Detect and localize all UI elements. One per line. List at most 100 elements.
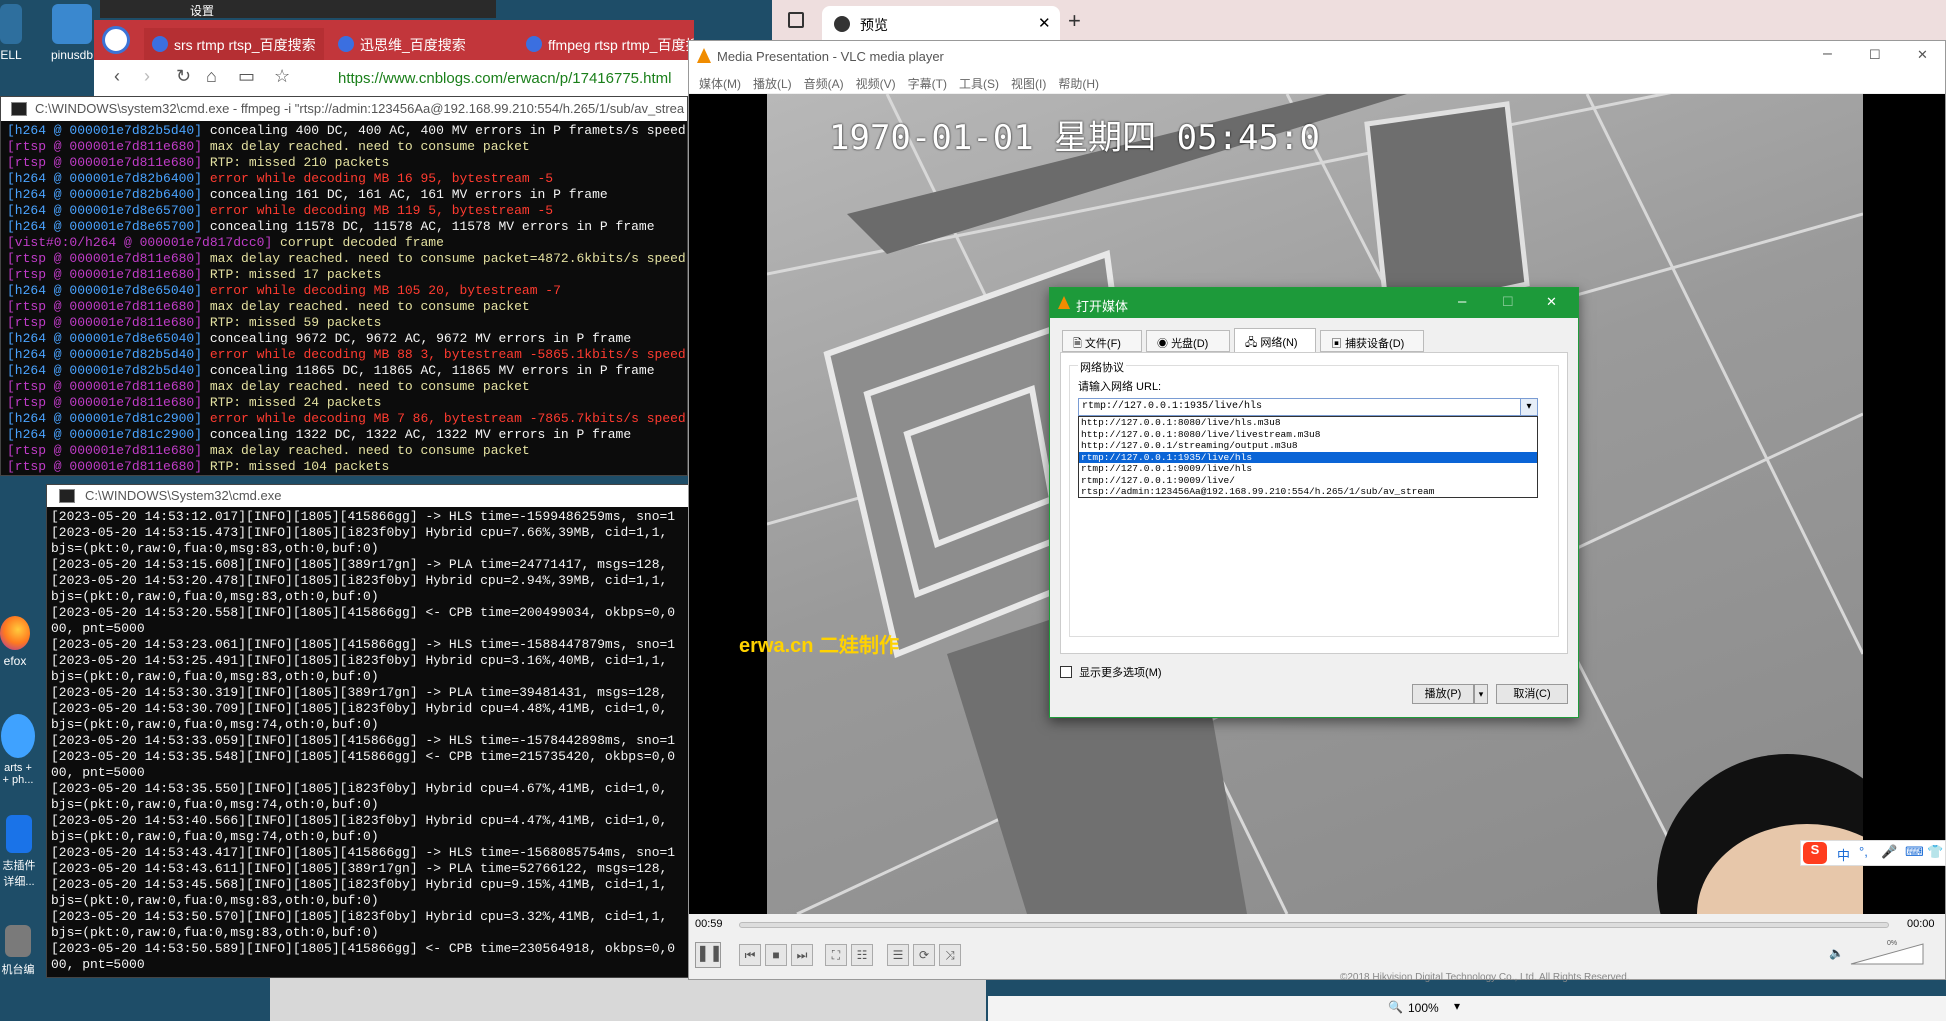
sogou-icon[interactable]: S (1803, 842, 1827, 864)
browser-tab[interactable]: 迅思维_百度搜索 (330, 28, 510, 60)
minimize-icon[interactable]: – (1823, 45, 1832, 63)
preview-tab-label: 预览 (860, 17, 888, 33)
url-option[interactable]: http://127.0.0.1:8080/live/hls.m3u8 (1079, 417, 1537, 429)
status-bar: 🔍 100% ▾ (988, 996, 1946, 1021)
close-icon[interactable]: ✕ (1546, 294, 1557, 310)
url-option[interactable]: http://127.0.0.1/streaming/output.m3u8 (1079, 440, 1537, 452)
stop-icon[interactable]: ■ (765, 944, 787, 966)
url-option[interactable]: rtmp://127.0.0.1:1935/live/hls (1079, 451, 1537, 463)
browser-tab[interactable]: srs rtmp rtsp_百度搜索 (144, 28, 324, 60)
browser-logo-icon (834, 16, 850, 32)
console-line-tag: [h264 @ 000001e7d81c2900] (7, 411, 203, 426)
punctuation-icon[interactable]: °, (1859, 844, 1868, 859)
desktop-icon-firefox[interactable]: efox (0, 616, 30, 668)
console-line: [h264 @ 000001e7d8e65040] error while de… (7, 283, 687, 299)
tab-disc[interactable]: ◉ 光盘(D) (1146, 330, 1230, 352)
playlist-icon[interactable]: ☰ (887, 944, 909, 966)
tab-file[interactable]: 🗎 文件(F) (1062, 330, 1142, 352)
console-line: bjs=(pkt:0,raw:0,fua:0,msg:83,oth:0,buf:… (51, 893, 379, 908)
console-line: [2023-05-20 14:53:25.491][INFO][1805][i8… (51, 653, 668, 668)
browser-tab[interactable]: ffmpeg rtsp rtmp_百度搜 (518, 28, 694, 60)
seek-slider[interactable] (739, 922, 1889, 928)
zoom-icon: 🔍 (1388, 1000, 1403, 1014)
play-button[interactable]: 播放(P) (1412, 684, 1474, 704)
console-line: bjs=(pkt:0,raw:0,fua:0,msg:74,oth:0,buf:… (51, 829, 379, 844)
tab-network[interactable]: 🖧 网络(N) (1234, 328, 1316, 353)
chevron-down-icon[interactable]: ▾ (1454, 999, 1460, 1013)
vlc-menu-item[interactable]: 媒体(M) (695, 71, 749, 93)
cmd-titlebar: C:\WINDOWS\System32\cmd.exe (47, 485, 689, 507)
vlc-menu-item[interactable]: 字幕(T) (904, 71, 955, 93)
console-line: [rtsp @ 000001e7d811e680] max delay reac… (7, 299, 687, 315)
home-icon[interactable]: ⌂ (206, 66, 217, 87)
browser-tab-label: srs rtmp rtsp_百度搜索 (174, 37, 316, 53)
url-option[interactable]: rtsp://admin:123456Aa@192.168.99.210:554… (1079, 486, 1537, 497)
console-line-message: max delay reached. need to consume packe… (202, 379, 530, 394)
ime-language[interactable]: 中 (1837, 845, 1850, 864)
close-icon[interactable]: ✕ (1917, 47, 1928, 63)
desktop-icon-plugin[interactable]: 志插件 详细... (0, 815, 38, 889)
vlc-menu-item[interactable]: 视图(I) (1007, 71, 1054, 93)
tab-capture[interactable]: ▣ 捕获设备(D) (1320, 330, 1424, 352)
fullscreen-icon[interactable]: ⛶ (825, 944, 847, 966)
zoom-level[interactable]: 100% (1408, 1001, 1439, 1015)
previous-icon[interactable]: ⏮ (739, 944, 761, 966)
microphone-icon[interactable]: 🎤 (1881, 844, 1897, 860)
desktop-icon-charts[interactable]: arts + + ph... (0, 714, 36, 786)
preview-tab[interactable]: 预览 ✕ (822, 6, 1060, 42)
desktop-icon-machine[interactable]: 机台编 (0, 925, 36, 977)
vlc-menu-item[interactable]: 帮助(H) (1054, 71, 1107, 93)
vlc-menu-item[interactable]: 音频(A) (800, 71, 852, 93)
bookmark-star-icon[interactable]: ☆ (274, 66, 290, 87)
console-line-tag: [rtsp @ 000001e7d811e680] (7, 443, 203, 458)
browser-toolbar: ‹ › ↻ ⌂ ▭ ☆ https://www.cnblogs.com/erwa… (94, 60, 694, 98)
console-line: [h264 @ 000001e7d8e65700] concealing 115… (7, 219, 687, 235)
keyboard-icon[interactable]: ⌨ (1905, 844, 1924, 860)
console-line: [2023-05-20 14:53:50.570][INFO][1805][i8… (51, 909, 668, 924)
play-dropdown-button[interactable]: ▾ (1474, 684, 1488, 704)
cloud-icon (1, 714, 35, 758)
back-icon[interactable]: ‹ (114, 66, 120, 87)
vlc-menu-item[interactable]: 工具(S) (955, 71, 1007, 93)
desktop-icon-pinusdb[interactable]: pinusdb (44, 4, 100, 62)
extended-settings-icon[interactable]: ☷ (851, 944, 873, 966)
browser-profile-icon[interactable] (102, 26, 130, 54)
desktop-icon-dell[interactable]: ELL (0, 4, 22, 62)
forward-icon[interactable]: › (144, 66, 150, 87)
console-line: [2023-05-20 14:53:40.566][INFO][1805][i8… (51, 813, 668, 828)
address-bar[interactable]: https://www.cnblogs.com/erwacn/p/1741677… (338, 70, 694, 87)
maximize-icon[interactable]: ☐ (1869, 47, 1881, 63)
skin-icon[interactable]: 👕 (1927, 844, 1943, 860)
url-option[interactable]: rtmp://127.0.0.1:9009/live/ (1079, 475, 1537, 487)
mute-icon[interactable]: 🔈 (1829, 946, 1844, 960)
console-line-message: error while decoding MB 16 95, bytestrea… (202, 171, 554, 186)
cmd-window-srs: C:\WINDOWS\System32\cmd.exe [2023-05-20 … (46, 484, 690, 978)
vlc-menu-item[interactable]: 视频(V) (852, 71, 904, 93)
console-line-tag: [h264 @ 000001e7d8e65040] (7, 283, 203, 298)
console-line-message: RTP: missed 17 packets (202, 267, 382, 282)
chevron-down-icon[interactable]: ▾ (1520, 399, 1537, 415)
url-combobox[interactable]: rtmp://127.0.0.1:1935/live/hls (1078, 398, 1538, 416)
loop-icon[interactable]: ⟳ (913, 944, 935, 966)
url-option[interactable]: http://127.0.0.1:8080/live/livestream.m3… (1079, 429, 1537, 441)
shuffle-icon[interactable]: ⤨ (939, 944, 961, 966)
close-tab-icon[interactable]: ✕ (1038, 14, 1051, 32)
baidu-icon (526, 36, 542, 52)
tab-actions-icon[interactable] (788, 12, 804, 28)
console-line-tag: [rtsp @ 000001e7d811e680] (7, 139, 203, 154)
show-more-option[interactable]: 显示更多选项(M) (1060, 664, 1162, 680)
minimize-icon[interactable]: – (1458, 293, 1466, 310)
console-line: [2023-05-20 14:53:43.417][INFO][1805][41… (51, 845, 676, 860)
console-line: [2023-05-20 14:53:50.589][INFO][1805][41… (51, 941, 676, 956)
cancel-button[interactable]: 取消(C) (1496, 684, 1568, 704)
pause-icon[interactable]: ❚❚ (695, 942, 723, 968)
new-tab-icon[interactable]: + (1068, 8, 1081, 34)
chevron-down-icon: ▾ (1478, 689, 1484, 699)
show-more-checkbox[interactable] (1060, 666, 1072, 678)
next-icon[interactable]: ⏭ (791, 944, 813, 966)
console-line-tag: [rtsp @ 000001e7d811e680] (7, 267, 203, 282)
url-option[interactable]: rtmp://127.0.0.1:9009/live/hls (1079, 463, 1537, 475)
vlc-menu-item[interactable]: 播放(L) (749, 71, 800, 93)
reader-icon[interactable]: ▭ (238, 66, 255, 87)
reload-icon[interactable]: ↻ (176, 66, 191, 87)
